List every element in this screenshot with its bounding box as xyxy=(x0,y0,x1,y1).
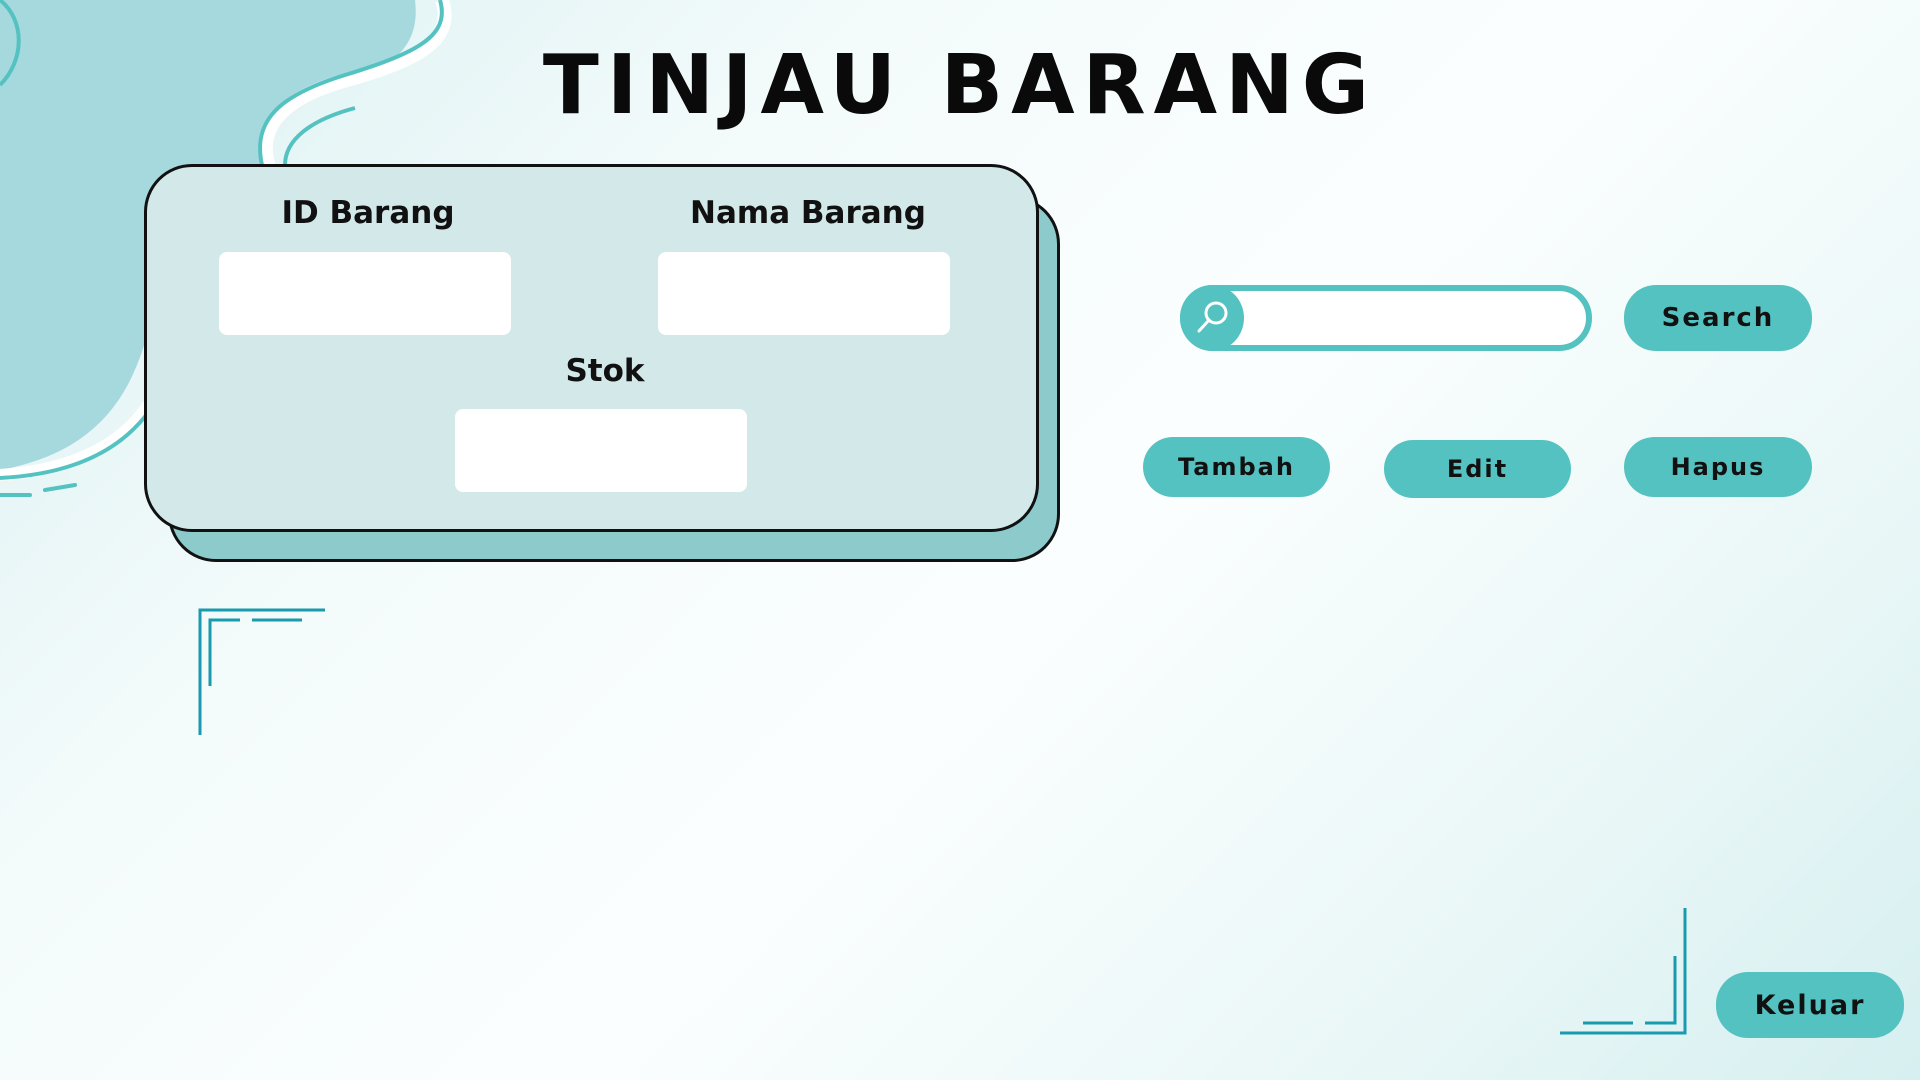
id-barang-input[interactable] xyxy=(219,252,511,335)
search-button[interactable]: Search xyxy=(1624,285,1812,351)
stok-label: Stok xyxy=(565,353,645,389)
hapus-button[interactable]: Hapus xyxy=(1624,437,1812,497)
edit-button[interactable]: Edit xyxy=(1384,440,1571,498)
id-barang-label: ID Barang xyxy=(281,195,455,231)
search-bar xyxy=(1180,285,1592,351)
page-title: TINJAU BARANG xyxy=(542,38,1378,133)
search-input[interactable] xyxy=(1248,295,1582,343)
nama-barang-label: Nama Barang xyxy=(690,195,926,231)
form-card: ID Barang Nama Barang Stok xyxy=(144,164,1039,532)
stok-input[interactable] xyxy=(455,409,747,492)
nama-barang-input[interactable] xyxy=(658,252,950,335)
tambah-button[interactable]: Tambah xyxy=(1143,437,1330,497)
keluar-button[interactable]: Keluar xyxy=(1716,972,1904,1038)
search-icon[interactable] xyxy=(1180,285,1244,351)
